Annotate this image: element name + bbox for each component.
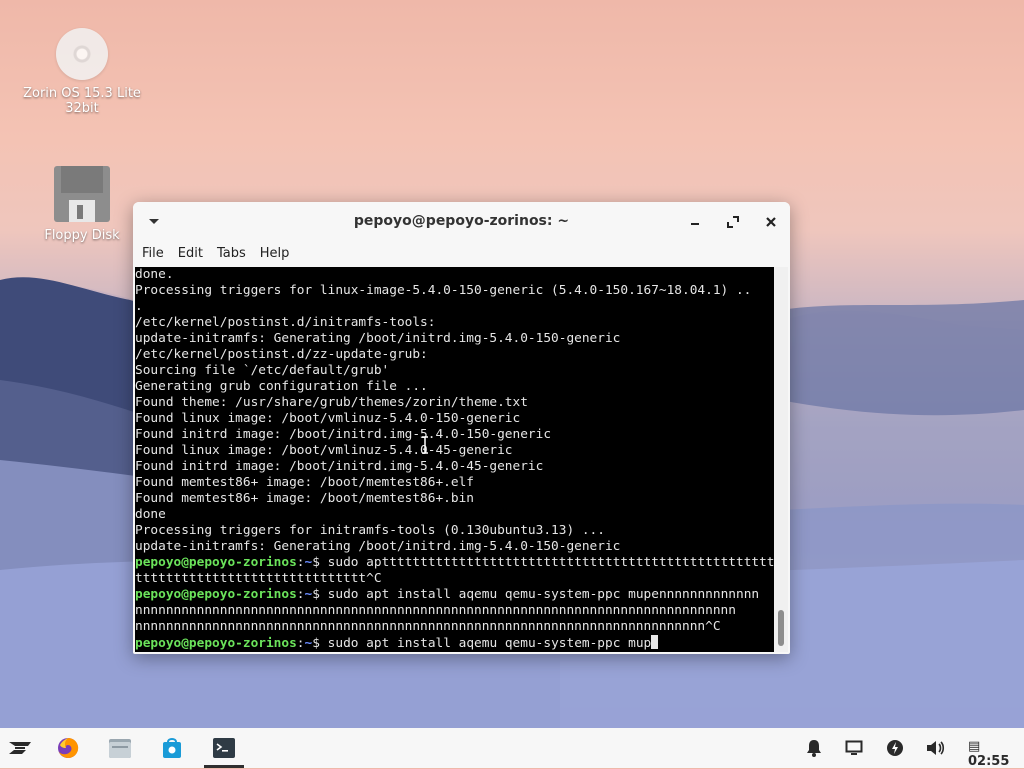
desktop-icon-label-line2: 32bit [65, 101, 99, 116]
files-button[interactable] [106, 734, 134, 762]
floppy-disk-icon [54, 166, 110, 222]
menu-tabs[interactable]: Tabs [210, 246, 253, 261]
terminal-output-line: update-initramfs: Generating /boot/initr… [135, 331, 621, 346]
zorin-menu-button[interactable] [6, 734, 34, 762]
desktop-icon-label: Floppy Disk [44, 228, 120, 243]
prompt-end: $ [312, 587, 328, 602]
close-button[interactable] [760, 211, 782, 233]
optical-disc-icon [56, 28, 108, 80]
terminal-output-line: done [135, 507, 166, 522]
command-text: sudo apt install aqemu qemu-system-ppc m… [327, 587, 760, 602]
prompt-user: pepoyo@pepoyo-zorinos [135, 555, 297, 570]
mouse-ibeam-cursor-icon [422, 436, 428, 454]
menu-help[interactable]: Help [253, 246, 297, 261]
taskbar: ▤ 02:55 [0, 728, 1024, 769]
prompt-end: $ [312, 636, 328, 651]
terminal-output-line: /etc/kernel/postinst.d/zz-update-grub: [135, 347, 428, 362]
terminal-output-line: Processing triggers for linux-image-5.4.… [135, 283, 752, 298]
prompt-separator: : [296, 555, 305, 570]
maximize-icon [727, 216, 739, 228]
menu-edit[interactable]: Edit [171, 246, 210, 261]
display-icon [845, 740, 863, 755]
minimize-icon [691, 223, 699, 225]
command-input[interactable]: sudo apt install aqemu qemu-system-ppc m… [328, 636, 652, 651]
terminal-output-line: Found theme: /usr/share/grub/themes/zori… [135, 395, 528, 410]
menu-bar: File Edit Tabs Help [133, 240, 790, 267]
firefox-button[interactable] [54, 734, 82, 762]
volume-icon [927, 741, 945, 755]
terminal-output-line: Found initrd image: /boot/initrd.img-5.4… [135, 427, 552, 442]
command-continuation: nnnnnnnnnnnnnnnnnnnnnnnnnnnnnnnnnnnnnnnn… [135, 619, 721, 634]
terminal-output-line: Sourcing file `/etc/default/grub' [135, 363, 390, 378]
terminal-output-line: update-initramfs: Generating /boot/initr… [135, 539, 621, 554]
maximize-button[interactable] [722, 211, 744, 233]
prompt-separator: : [296, 636, 305, 651]
desktop-icon-floppy[interactable]: Floppy Disk [22, 166, 142, 243]
zorin-logo-icon [9, 742, 31, 754]
terminal-output-line: /etc/kernel/postinst.d/initramfs-tools: [135, 315, 436, 330]
prompt-line: pepoyo@pepoyo-zorinos:~$ sudo aptttttttt… [135, 555, 776, 571]
minimize-button[interactable] [684, 211, 706, 233]
command-continuation: tttttttttttttttttttttttttttttt^C [135, 571, 382, 586]
terminal-output-line: Found memtest86+ image: /boot/memtest86+… [135, 491, 474, 506]
terminal-button[interactable] [210, 734, 238, 762]
terminal-output[interactable]: done. Processing triggers for linux-image… [135, 267, 776, 652]
prompt-line: pepoyo@pepoyo-zorinos:~$ sudo apt instal… [135, 635, 776, 651]
calendar-icon: ▤ [968, 739, 981, 754]
terminal-output-line: Found linux image: /boot/vmlinuz-5.4.0-1… [135, 411, 521, 426]
terminal-output-line: Found initrd image: /boot/initrd.img-5.4… [135, 459, 544, 474]
terminal-output-line: Found memtest86+ image: /boot/memtest86+… [135, 475, 474, 490]
power-icon [887, 740, 903, 756]
bell-icon [807, 740, 821, 757]
display-button[interactable] [844, 738, 864, 758]
prompt-end: $ [312, 555, 328, 570]
terminal-lines: done. Processing triggers for linux-image… [135, 267, 776, 555]
power-button[interactable] [885, 738, 905, 758]
terminal-icon [213, 738, 235, 758]
file-manager-icon [109, 739, 131, 758]
clock-time: 02:55 [968, 754, 1010, 769]
title-bar[interactable]: pepoyo@pepoyo-zorinos: ~ [133, 202, 790, 240]
terminal-output-line: Processing triggers for initramfs-tools … [135, 523, 605, 538]
terminal-output-line: Found linux image: /boot/vmlinuz-5.4.0-4… [135, 443, 513, 458]
text-cursor [651, 635, 659, 649]
terminal-output-line: . [135, 299, 143, 314]
prompt-line: pepoyo@pepoyo-zorinos:~$ sudo apt instal… [135, 587, 776, 603]
clock[interactable]: ▤ 02:55 [968, 739, 1024, 769]
menu-file[interactable]: File [135, 246, 171, 261]
desktop-icon-label: Zorin OS 15.3 Lite [23, 86, 141, 101]
prompt-user: pepoyo@pepoyo-zorinos [135, 587, 297, 602]
command-text: sudo apttttttttttttttttttttttttttttttttt… [327, 555, 775, 570]
software-store-button[interactable] [158, 734, 186, 762]
command-continuation: nnnnnnnnnnnnnnnnnnnnnnnnnnnnnnnnnnnnnnnn… [135, 603, 736, 618]
software-store-icon [163, 738, 181, 758]
terminal-window: pepoyo@pepoyo-zorinos: ~ File Edit Tabs … [133, 202, 790, 654]
scrollbar-thumb[interactable] [778, 610, 784, 646]
close-icon [766, 217, 776, 227]
volume-button[interactable] [925, 738, 945, 758]
prompt-separator: : [296, 587, 305, 602]
terminal-output-line: Generating grub configuration file ... [135, 379, 428, 394]
desktop-icon-zorin-disc[interactable]: Zorin OS 15.3 Lite 32bit [22, 28, 142, 116]
firefox-icon [58, 737, 79, 758]
scrollbar-track[interactable] [774, 267, 788, 652]
prompt-user: pepoyo@pepoyo-zorinos [135, 636, 297, 651]
terminal-output-line: done. [135, 267, 174, 282]
notifications-button[interactable] [804, 738, 824, 758]
